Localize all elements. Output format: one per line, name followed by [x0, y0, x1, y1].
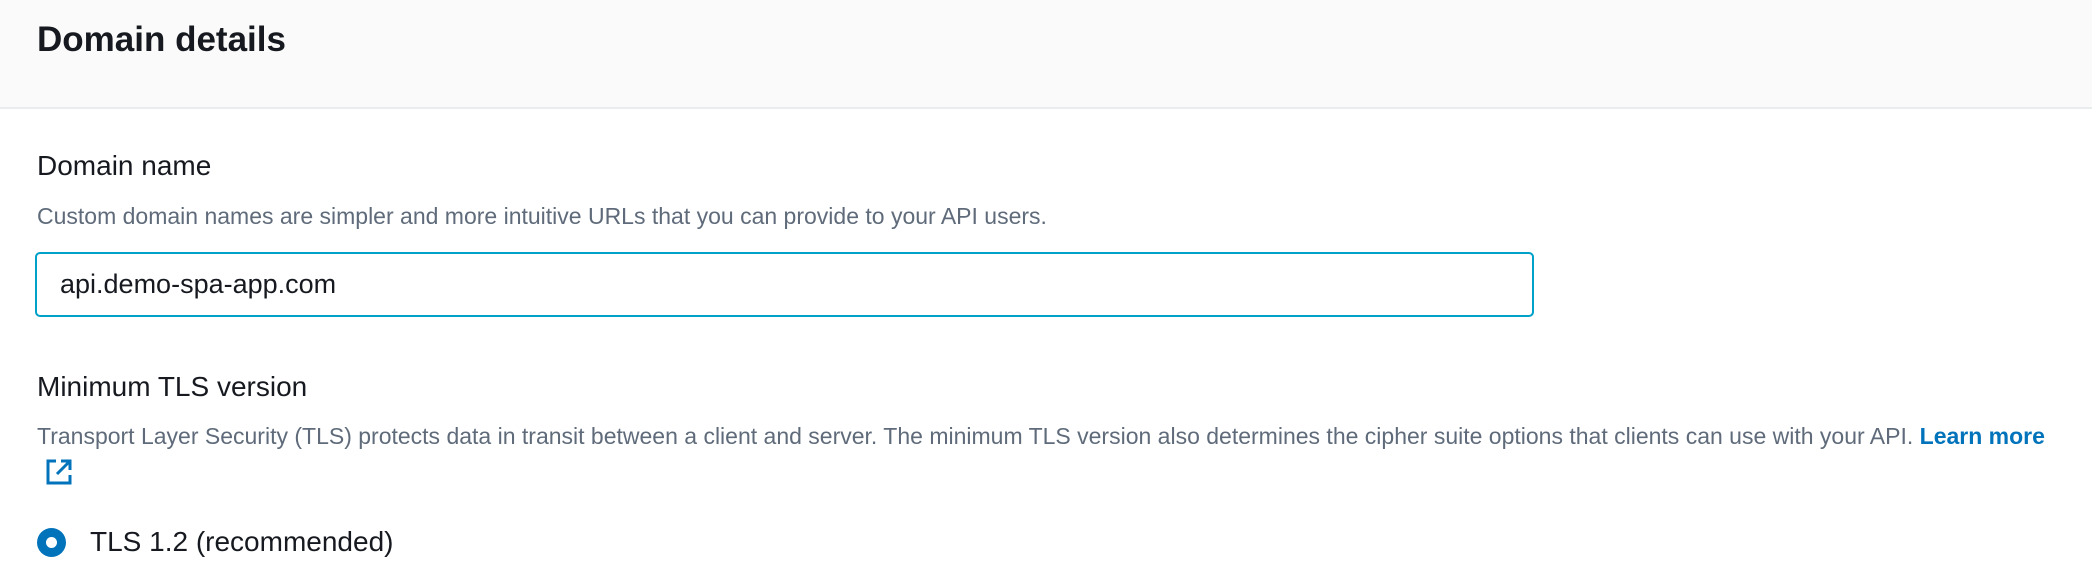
page-title: Domain details — [37, 20, 286, 59]
tls-version-label: Minimum TLS version — [37, 371, 308, 402]
external-link-icon — [45, 458, 73, 497]
tls-version-description: Transport Layer Security (TLS) protects … — [37, 418, 2047, 497]
tls-1-2-label[interactable]: TLS 1.2 (recommended) — [90, 526, 393, 558]
panel-header: Domain details — [0, 0, 2092, 109]
domain-name-label: Domain name — [37, 150, 212, 181]
tls-description-text: Transport Layer Security (TLS) protects … — [37, 423, 1914, 449]
domain-name-input[interactable] — [35, 252, 1534, 317]
domain-name-description: Custom domain names are simpler and more… — [37, 203, 1047, 229]
tls-1-2-radio[interactable] — [37, 528, 66, 557]
learn-more-label: Learn more — [1919, 423, 2045, 449]
